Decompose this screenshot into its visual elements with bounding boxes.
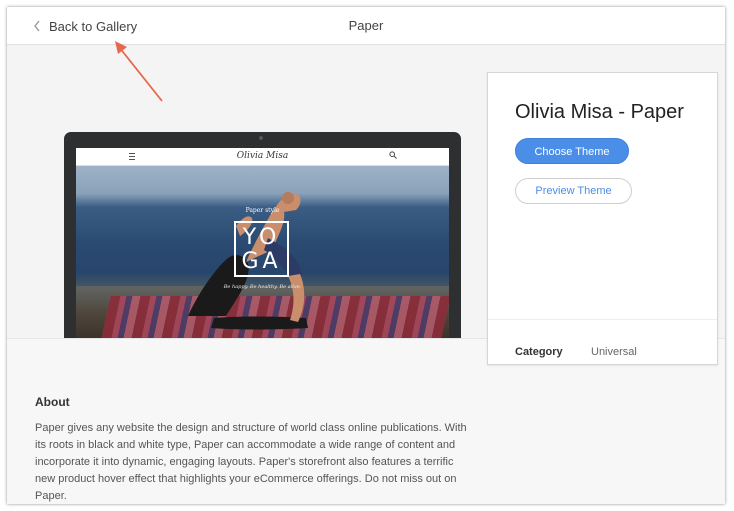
theme-title: Olivia Misa - Paper xyxy=(515,101,684,123)
search-icon xyxy=(389,151,397,159)
choose-theme-button[interactable]: Choose Theme xyxy=(515,138,629,164)
camera-dot xyxy=(259,136,263,140)
card-divider xyxy=(488,319,717,320)
annotation-arrow xyxy=(115,41,163,102)
site-header: Olivia Misa xyxy=(76,148,449,166)
hero-image: Paper style YO GA Be happy. Be healthy. … xyxy=(76,166,449,338)
laptop-mockup: Olivia Misa Paper style YO GA Be happy. … xyxy=(64,132,461,338)
app-window: Back to Gallery Paper Olivia Misa Paper … xyxy=(7,7,725,504)
page-title: Paper xyxy=(348,18,384,33)
hero-word-bottom: GA xyxy=(241,249,282,274)
preview-theme-button[interactable]: Preview Theme xyxy=(515,178,632,204)
hero-word-top: YO xyxy=(242,225,281,250)
theme-details-card: Olivia Misa - Paper Choose Theme Preview… xyxy=(487,72,718,365)
hero-tagline: Be happy. Be healthy. Be alive. xyxy=(223,284,302,290)
category-label: Category xyxy=(515,346,563,358)
category-value: Universal xyxy=(591,346,637,358)
theme-preview-screen[interactable]: Olivia Misa Paper style YO GA Be happy. … xyxy=(76,148,449,338)
about-heading: About xyxy=(35,395,70,409)
about-text: Paper gives any website the design and s… xyxy=(35,422,467,502)
hero-small-text: Paper style xyxy=(245,207,280,214)
hero-yoga-box: YO GA xyxy=(234,221,289,277)
